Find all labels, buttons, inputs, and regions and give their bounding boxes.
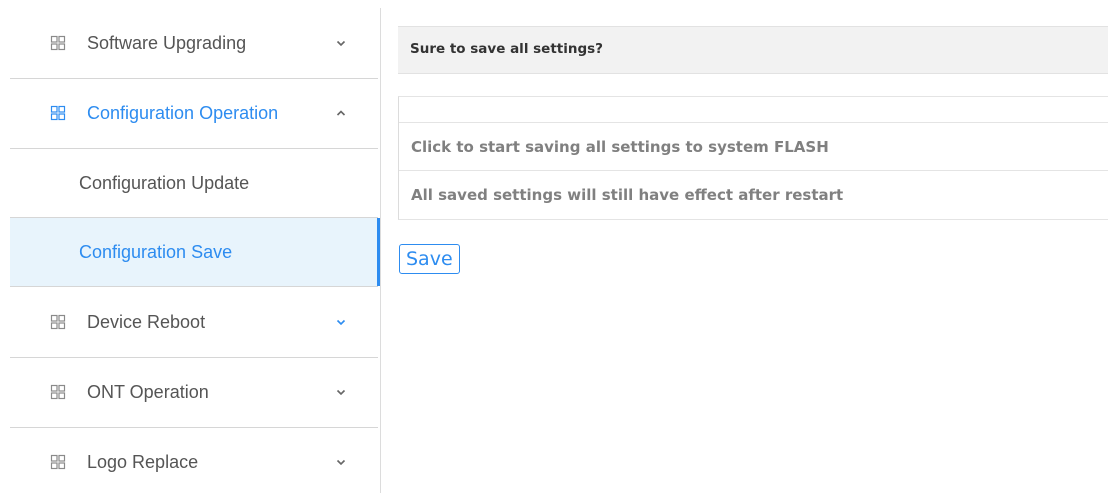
sidebar-item-configuration-save[interactable]: Configuration Save [10,218,381,287]
chevron-down-icon [336,319,346,326]
grid-icon [50,105,66,121]
grid-icon [50,35,66,51]
grid-icon [50,384,66,400]
sidebar-group-label: Configuration Operation [87,102,279,123]
table-row-empty [399,97,1108,123]
sidebar-item-label: Configuration Update [79,172,250,193]
sidebar-group-label: Software Upgrading [87,32,247,53]
sidebar-group-device-reboot[interactable]: Device Reboot [10,287,378,358]
sidebar-group-ont-operation[interactable]: ONT Operation [10,357,378,428]
sidebar-item-label: Configuration Save [79,241,233,262]
sidebar-group-label: Logo Replace [87,451,199,472]
grid-icon [50,454,66,470]
chevron-up-icon [336,110,346,116]
info-text: Click to start saving all settings to sy… [411,138,829,156]
info-table: Click to start saving all settings to sy… [398,96,1108,220]
sidebar-group-logo-replace[interactable]: Logo Replace [10,427,378,497]
info-text: All saved settings will still have effec… [411,186,844,204]
sidebar-group-configuration-operation[interactable]: Configuration Operation [10,78,378,149]
chevron-down-icon [336,40,346,47]
table-row: All saved settings will still have effec… [399,171,1108,218]
sidebar-group-label: Device Reboot [87,311,206,332]
main-content: Sure to save all settings? Click to star… [398,0,1108,493]
sidebar: Software Upgrading Configuration Operati… [0,0,381,493]
sidebar-item-configuration-update[interactable]: Configuration Update [10,149,378,218]
sidebar-group-label: ONT Operation [87,381,209,402]
sidebar-group-software-upgrading[interactable]: Software Upgrading [10,8,378,79]
chevron-down-icon [336,459,346,466]
section-header: Sure to save all settings? [398,26,1108,74]
grid-icon [50,314,66,330]
chevron-down-icon [336,389,346,396]
table-row: Click to start saving all settings to sy… [399,123,1108,171]
sidebar-divider [380,8,381,493]
save-button[interactable]: Save [399,244,460,274]
page-title: Sure to save all settings? [410,41,604,57]
